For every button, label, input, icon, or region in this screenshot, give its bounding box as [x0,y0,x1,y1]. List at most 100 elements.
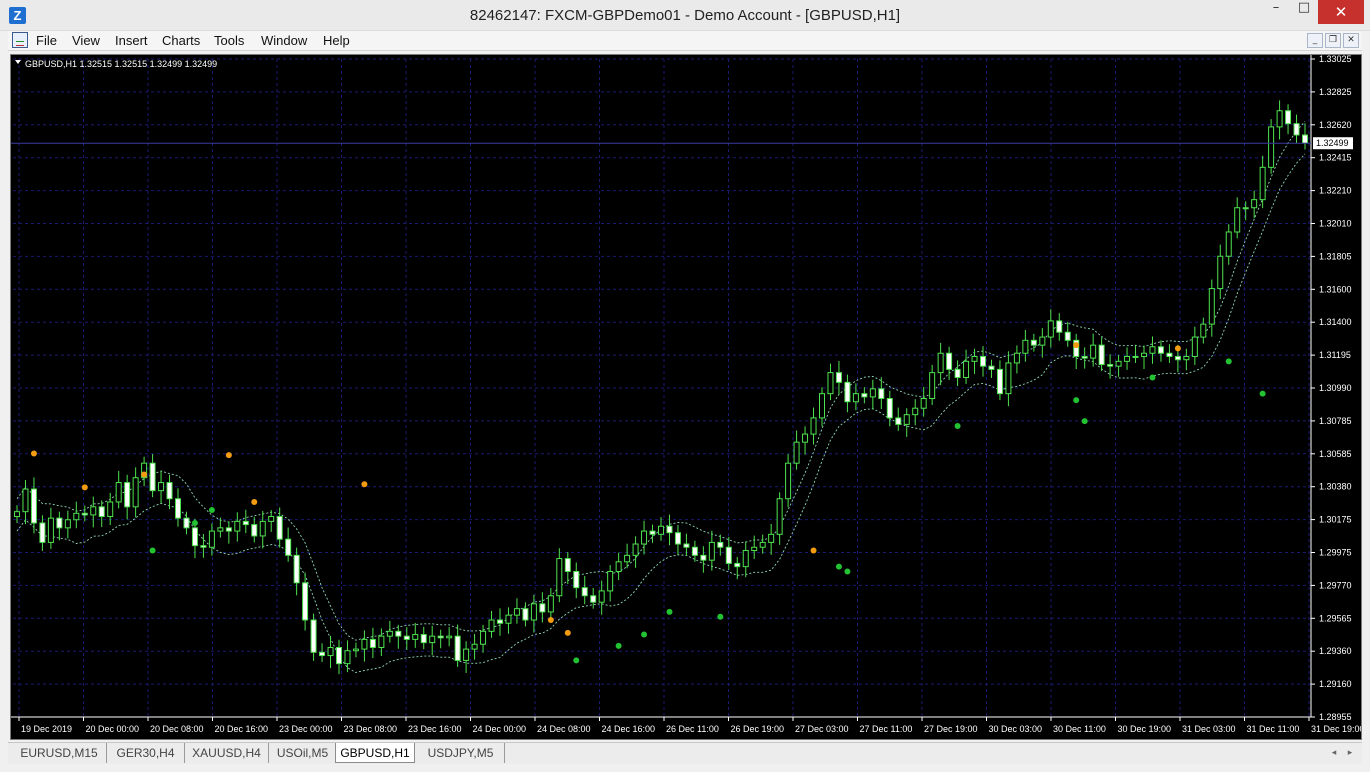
bear-candle [1157,346,1164,354]
menu-help[interactable]: Help [323,33,350,48]
bull-candle [158,482,165,492]
fractal-up-dot [1073,342,1080,349]
bull-candle [1115,360,1122,367]
bull-candle [115,482,122,503]
y-tick-label: 1.32210 [1319,186,1352,196]
bear-candle [861,393,868,398]
bear-candle [420,634,427,644]
bull-candle [463,648,470,661]
chart-canvas[interactable]: 1.33025 1.32825 1.32620 1.32415 1.32210 1.320… [11,55,1361,739]
y-tick-label: 1.31600 [1319,284,1352,294]
bear-candle [276,516,283,540]
bull-candle [22,488,29,513]
bull-candle [488,619,495,632]
bull-candle [1005,362,1012,395]
bull-candle [1200,323,1207,338]
y-tick-label: 1.30380 [1319,482,1352,492]
tab-scroll-right-icon[interactable]: ▸ [1343,746,1357,760]
bear-candle [191,527,198,547]
minimize-button[interactable]: – [1262,0,1290,24]
maximize-button[interactable]: □ [1290,0,1318,24]
y-tick-label: 1.30175 [1319,515,1352,525]
fractal-down-dot [149,547,156,554]
close-button[interactable]: ✕ [1318,0,1364,24]
y-tick-label: 1.32415 [1319,153,1352,163]
mdi-close-button[interactable]: ✕ [1343,33,1359,48]
x-tick-label: 20 Dec 08:00 [150,724,204,734]
fractal-down-dot [1259,390,1266,397]
bull-candle [598,590,605,603]
bear-candle [293,554,300,584]
bull-candle [937,352,944,374]
tab-eurusd-m15[interactable]: EURUSD,M15 [12,743,107,763]
bull-candle [1183,355,1190,361]
bear-candle [895,417,902,425]
bear-candle [497,619,503,624]
menu-insert[interactable]: Insert [115,33,148,48]
x-tick-label: 20 Dec 16:00 [215,724,269,734]
price-chart[interactable]: 1.33025 1.32825 1.32620 1.32415 1.32210 1.320… [10,54,1362,740]
title-bar: Z 82462147: FXCM-GBPDemo01 - Demo Accoun… [0,0,1370,31]
bull-candle [819,393,825,419]
bull-candle [378,635,385,648]
fractal-down-dot [1225,358,1232,365]
bull-candle [547,595,554,613]
menu-file[interactable]: File [36,33,57,48]
x-tick-label: 30 Dec 19:00 [1118,724,1172,734]
x-tick-label: 31 Dec 19:00 [1311,724,1361,734]
bull-candle [615,561,622,572]
bear-candle [581,587,588,597]
chart-document-icon[interactable] [12,32,28,48]
bull-candle [132,477,139,508]
bull-candle [1234,207,1241,233]
bull-candle [929,372,936,400]
menu-bar: File View Insert Charts Tools Window Hel… [8,31,1362,51]
bull-candle [1090,344,1097,359]
bear-candle [1081,355,1088,359]
y-tick-label: 1.33025 [1319,55,1352,64]
tab-ger30-h4[interactable]: GER30,H4 [107,743,185,763]
menu-window[interactable]: Window [261,33,307,48]
mdi-restore-button[interactable]: ❐ [1325,33,1341,48]
bull-candle [344,650,351,665]
bull-candle [1141,352,1147,357]
x-tick-label: 23 Dec 16:00 [408,724,462,734]
bear-candle [1064,331,1071,341]
fractal-up-dot [251,498,258,505]
tab-scroll-left-icon[interactable]: ◂ [1327,746,1341,760]
bear-candle [251,524,258,537]
bull-candle [234,520,241,532]
bull-candle [1132,355,1139,358]
fractal-up-dot [30,450,37,457]
tab-usoil-m5[interactable]: USOil,M5 [269,743,337,763]
y-tick-label: 1.32010 [1319,219,1352,229]
bull-candle [480,630,487,645]
bear-candle [878,388,885,400]
bear-candle [725,546,732,564]
tab-usdjpy-m5[interactable]: USDJPY,M5 [417,743,505,763]
bull-candle [1039,336,1046,346]
bear-candle [980,355,986,367]
menu-view[interactable]: View [72,33,100,48]
y-tick-label: 1.32620 [1319,120,1352,130]
mdi-minimize-button[interactable]: _ [1307,33,1323,48]
bear-candle [30,488,37,524]
fractal-down-dot [1073,397,1080,404]
bull-candle [963,360,970,378]
bear-candle [996,368,1003,395]
bull-candle [73,512,80,521]
menu-tools[interactable]: Tools [214,33,244,48]
tab-xauusd-h4[interactable]: XAUUSD,H4 [185,743,269,763]
fractal-up-dot [1174,345,1181,352]
bull-candle [556,558,563,597]
fractal-up-dot [564,629,571,636]
x-tick-label: 26 Dec 11:00 [666,724,719,734]
y-tick-label: 1.31400 [1319,317,1352,327]
tab-gbpusd-h1[interactable]: GBPUSD,H1 [335,743,415,763]
bear-candle [835,372,842,383]
upper-envelope-line [16,121,1306,641]
bull-candle [869,388,876,398]
fractal-down-dot [208,507,215,514]
fractal-down-dot [954,422,961,429]
menu-charts[interactable]: Charts [162,33,200,48]
